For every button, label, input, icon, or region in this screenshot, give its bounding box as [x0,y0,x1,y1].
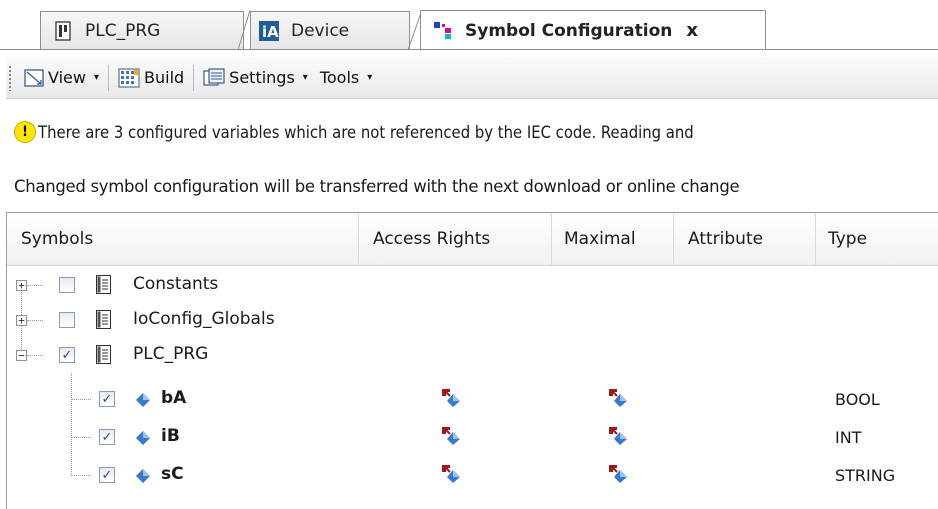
symbol-config-icon [434,21,451,39]
toolbar-grip[interactable] [8,64,12,91]
expand-plus-icon[interactable]: + [16,315,27,326]
access-rights-icon[interactable] [441,388,461,408]
column-header-access-rights[interactable]: Access Rights [359,213,552,265]
document-icon [96,275,111,294]
tab-label: Device [291,20,350,41]
variable-name: sC [161,464,184,484]
chevron-down-icon: ▾ [93,72,99,83]
close-icon[interactable]: x [686,20,698,41]
tab-symbol-configuration[interactable]: Symbol Configuration x [420,10,766,50]
type-value: BOOL [835,390,880,409]
variable-icon [136,431,150,445]
column-header-attribute[interactable]: Attribute [674,213,816,265]
chevron-down-icon: ▾ [367,72,373,83]
warning-text: There are 3 configured variables which a… [38,122,694,142]
variable-name: iB [161,426,180,446]
build-label: Build [144,68,185,87]
tree-row-plc-prg[interactable]: − ✓ PLC_PRG [7,336,938,374]
settings-label: Settings [229,68,295,87]
svg-text:iA: iA [262,23,279,41]
maximal-rights-icon [609,427,627,445]
row-checkbox-checked[interactable]: ✓ [59,347,75,363]
row-checkbox-checked[interactable]: ✓ [99,429,115,445]
type-value: STRING [835,466,896,485]
document-icon [96,345,111,364]
document-icon [96,310,111,329]
tab-plc-prg[interactable]: PLC_PRG [40,11,244,49]
symbol-tree-grid: Symbols Access Rights Maximal Attribute … [6,212,938,509]
access-rights-icon[interactable] [441,464,461,484]
toolbar-divider [108,64,109,91]
tab-underline [0,49,938,50]
build-button[interactable]: Build [114,63,188,93]
warning-icon: ! [14,121,36,143]
row-checkbox-checked[interactable]: ✓ [99,391,115,407]
program-icon [55,20,71,41]
editor-tab-strip: PLC_PRG iA Device Symbol Configuration x [0,0,938,56]
grid-header: Symbols Access Rights Maximal Attribute … [7,213,938,266]
toolbar: View ▾ Build Settings ▾ Tools ▾ [6,57,938,99]
tree-row-ba[interactable]: ✓ bA BOOL [7,380,938,418]
tools-menu-button[interactable]: Tools ▾ [316,63,376,93]
maximal-rights-icon [609,389,627,407]
variable-icon [136,393,150,407]
symbol-name: Constants [133,274,219,294]
variable-icon [136,469,150,483]
column-header-type[interactable]: Type [816,213,938,265]
tools-label: Tools [319,68,360,87]
chevron-down-icon: ▾ [302,72,308,83]
tree-row-sc[interactable]: ✓ sC STRING [7,456,938,494]
tree-row-ioconfig-globals[interactable]: + IoConfig_Globals [7,301,938,339]
view-icon [24,68,44,87]
access-rights-icon[interactable] [441,426,461,446]
maximal-rights-icon [609,465,627,483]
device-icon: iA [259,20,279,41]
view-label: View [48,68,86,87]
tab-device[interactable]: iA Device [250,11,410,49]
toolbar-divider [193,64,195,91]
tree-row-constants[interactable]: + Constants [7,266,938,304]
column-header-symbols[interactable]: Symbols [7,213,359,265]
variable-name: bA [161,388,187,408]
expand-plus-icon[interactable]: + [16,280,27,291]
type-value: INT [835,428,862,447]
row-checkbox[interactable] [59,277,75,293]
symbol-name: PLC_PRG [133,344,209,364]
tab-label: Symbol Configuration [465,20,673,41]
build-icon [118,67,140,88]
changed-config-note: Changed symbol configuration will be tra… [14,176,740,196]
row-checkbox-checked[interactable]: ✓ [99,467,115,483]
tab-label: PLC_PRG [85,20,161,41]
collapse-minus-icon[interactable]: − [16,350,27,361]
view-menu-button[interactable]: View ▾ [20,63,103,93]
row-checkbox[interactable] [59,312,75,328]
symbol-name: IoConfig_Globals [133,309,275,329]
unreferenced-warning: ! There are 3 configured variables which… [14,118,694,146]
settings-menu-button[interactable]: Settings ▾ [199,63,312,93]
tab-separator [237,10,250,50]
tree-row-ib[interactable]: ✓ iB INT [7,418,938,456]
settings-icon [203,67,225,86]
column-header-maximal[interactable]: Maximal [552,213,674,265]
